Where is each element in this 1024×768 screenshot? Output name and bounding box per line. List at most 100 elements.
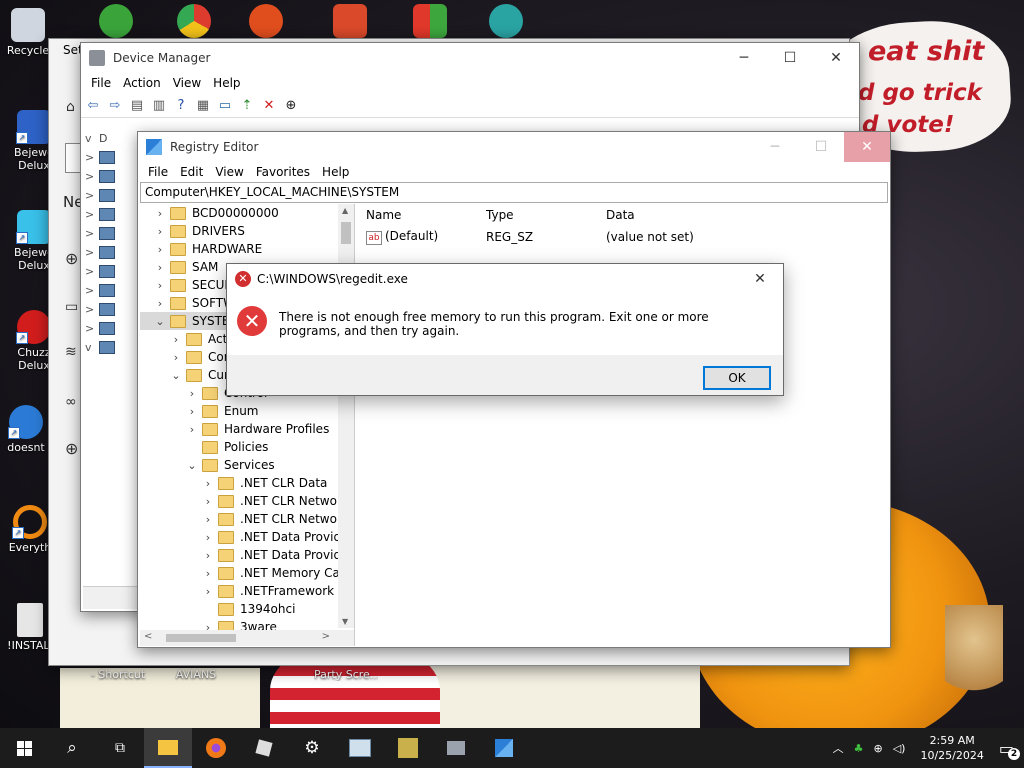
desktop-icon-label[interactable]: Party Scre... <box>314 668 378 681</box>
app-button[interactable] <box>336 728 384 768</box>
chevron-right-icon[interactable]: › <box>202 531 214 544</box>
chevron-right-icon[interactable]: › <box>154 261 166 274</box>
close-button[interactable]: ✕ <box>737 264 783 294</box>
tree-node[interactable]: > <box>85 224 145 243</box>
chevron-down-icon[interactable]: ⌄ <box>154 315 166 328</box>
close-button[interactable]: ✕ <box>844 132 890 162</box>
monitor-icon[interactable]: ▭ <box>217 97 233 113</box>
tree-node[interactable]: › .NET CLR Network <box>140 510 354 528</box>
menu-view[interactable]: View <box>167 76 207 90</box>
tree-node[interactable]: › .NET Data Provider <box>140 546 354 564</box>
chevron-right-icon[interactable]: › <box>186 423 198 436</box>
error-dialog[interactable]: ✕ C:\WINDOWS\regedit.exe ✕ ✕ There is no… <box>226 263 784 396</box>
app-tray-icon[interactable]: ♣ <box>854 742 864 755</box>
menu-favorites[interactable]: Favorites <box>250 165 316 179</box>
device-manager-button[interactable] <box>432 728 480 768</box>
menu-file[interactable]: File <box>85 76 117 90</box>
tree-node[interactable]: › .NETFramework <box>140 582 354 600</box>
chevron-right-icon[interactable]: › <box>202 585 214 598</box>
menu-view[interactable]: View <box>209 165 249 179</box>
scrollbar-thumb[interactable] <box>166 634 236 642</box>
settings-button[interactable]: ⚙ <box>288 728 336 768</box>
column-type[interactable]: Type <box>486 208 606 222</box>
chevron-right-icon[interactable]: › <box>154 243 166 256</box>
tree-node[interactable]: > <box>85 186 145 205</box>
chevron-right-icon[interactable]: › <box>154 279 166 292</box>
tree-node[interactable]: › BCD00000000 <box>140 204 354 222</box>
download-icon[interactable]: ⊕ <box>283 97 299 113</box>
chevron-right-icon[interactable]: › <box>202 567 214 580</box>
volume-icon[interactable]: ◁) <box>893 742 906 755</box>
update-driver-icon[interactable]: ⇡ <box>239 97 255 113</box>
registry-editor-button[interactable] <box>480 728 528 768</box>
tree-node[interactable]: > <box>85 205 145 224</box>
chevron-right-icon[interactable]: › <box>202 549 214 562</box>
tree-node[interactable]: vD <box>85 129 145 148</box>
tree-node[interactable]: > <box>85 262 145 281</box>
tree-node[interactable]: › .NET CLR Network <box>140 492 354 510</box>
minimize-button[interactable]: ─ <box>721 43 767 73</box>
chevron-right-icon[interactable]: › <box>154 297 166 310</box>
tree-node[interactable]: › Hardware Profiles <box>140 420 354 438</box>
roblox-button[interactable] <box>240 728 288 768</box>
help-icon[interactable]: ? <box>173 97 189 113</box>
menu-action[interactable]: Action <box>117 76 167 90</box>
chevron-right-icon[interactable]: › <box>186 387 198 400</box>
clock[interactable]: 2:59 AM 10/25/2024 <box>920 733 983 763</box>
tree-node[interactable]: > <box>85 167 145 186</box>
maximize-button[interactable]: ☐ <box>767 43 813 73</box>
uninstall-icon[interactable]: ✕ <box>261 97 277 113</box>
start-button[interactable] <box>0 728 48 768</box>
tree-node[interactable]: › HARDWARE <box>140 240 354 258</box>
chevron-right-icon[interactable]: › <box>202 513 214 526</box>
chevron-right-icon[interactable]: › <box>202 477 214 490</box>
tree-node[interactable]: › DRIVERS <box>140 222 354 240</box>
chevron-down-icon[interactable]: ⌄ <box>186 459 198 472</box>
list-icon[interactable]: ▥ <box>151 97 167 113</box>
chevron-right-icon[interactable]: › <box>202 495 214 508</box>
tree-node[interactable]: > <box>85 281 145 300</box>
tree-node[interactable]: > <box>85 319 145 338</box>
menu-help[interactable]: Help <box>316 165 355 179</box>
maximize-button[interactable]: ☐ <box>798 132 844 162</box>
minimize-button[interactable]: ─ <box>752 132 798 162</box>
tree-horizontal-scrollbar[interactable]: < > <box>140 630 354 646</box>
error-dialog-titlebar[interactable]: ✕ C:\WINDOWS\regedit.exe ✕ <box>227 264 783 294</box>
chevron-down-icon[interactable]: ⌄ <box>170 369 182 382</box>
tree-node[interactable]: v <box>85 338 145 357</box>
notifications-button[interactable]: ▭ 2 <box>999 739 1020 760</box>
scrollbar-thumb[interactable] <box>341 222 351 244</box>
menu-help[interactable]: Help <box>207 76 246 90</box>
tree-node[interactable]: > <box>85 243 145 262</box>
menu-file[interactable]: File <box>142 165 174 179</box>
close-button[interactable]: ✕ <box>813 43 859 73</box>
chevron-right-icon[interactable]: › <box>170 333 182 346</box>
desktop-icon-top[interactable] <box>318 4 382 40</box>
tree-node[interactable]: › .NET Data Provider <box>140 528 354 546</box>
desktop-icon-top[interactable] <box>234 4 298 40</box>
firefox-button[interactable] <box>192 728 240 768</box>
tree-node[interactable]: › .NET CLR Data <box>140 474 354 492</box>
desktop-icon-top[interactable] <box>84 4 148 40</box>
tree-node[interactable]: > <box>85 148 145 167</box>
game-button[interactable] <box>384 728 432 768</box>
desktop-icon-label[interactable]: AVIANS <box>164 668 228 681</box>
registry-editor-titlebar[interactable]: Registry Editor ─ ☐ ✕ <box>138 132 890 162</box>
network-icon[interactable]: ⊕ <box>873 742 882 755</box>
column-data[interactable]: Data <box>606 208 806 222</box>
tree-node[interactable]: Policies <box>140 438 354 456</box>
chevron-right-icon[interactable]: › <box>170 351 182 364</box>
address-bar[interactable]: Computer\HKEY_LOCAL_MACHINE\SYSTEM <box>140 182 888 203</box>
tree-node[interactable]: 1394ohci <box>140 600 354 618</box>
desktop-icon-top[interactable] <box>474 4 538 40</box>
back-icon[interactable]: ⇦ <box>85 97 101 113</box>
forward-icon[interactable]: ⇨ <box>107 97 123 113</box>
chevron-right-icon[interactable]: › <box>154 207 166 220</box>
task-view-button[interactable]: ⧉ <box>96 728 144 768</box>
tree-node[interactable]: ⌄ Services <box>140 456 354 474</box>
menu-edit[interactable]: Edit <box>174 165 209 179</box>
column-name[interactable]: Name <box>358 208 486 222</box>
desktop-icon-top[interactable] <box>398 4 462 40</box>
file-explorer-button[interactable] <box>144 728 192 768</box>
chevron-right-icon[interactable]: › <box>154 225 166 238</box>
